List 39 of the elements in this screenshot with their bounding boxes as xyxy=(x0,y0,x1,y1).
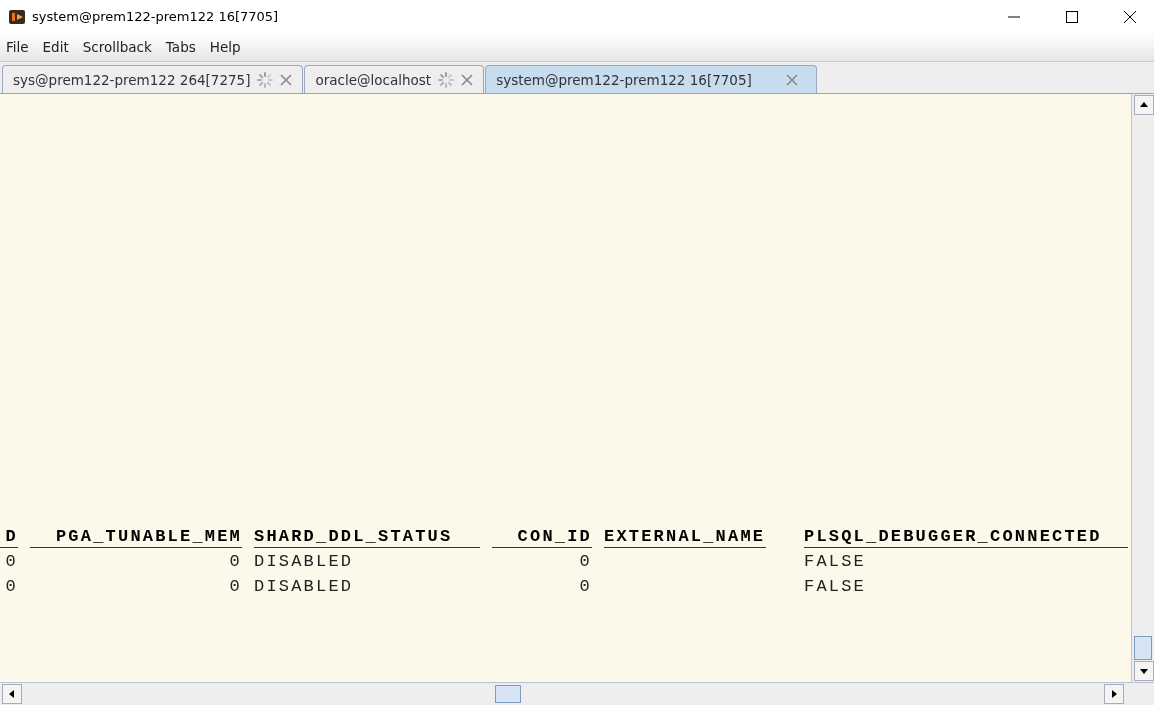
menu-item[interactable]: Help xyxy=(209,39,241,55)
table-cell: FALSE xyxy=(804,577,866,596)
close-icon[interactable] xyxy=(1124,10,1136,23)
table-cell: 0 xyxy=(579,552,592,571)
table-cell: FALSE xyxy=(804,552,866,571)
tab-label[interactable]: oracle@localhost xyxy=(315,71,432,88)
table-cell: 0 xyxy=(229,577,242,596)
horizontal-scrollbar[interactable] xyxy=(0,682,1154,705)
scroll-left-icon[interactable] xyxy=(2,684,22,704)
column-header: CON_ID xyxy=(517,527,592,546)
menu-item[interactable]: File xyxy=(6,39,29,55)
column-header: PGA_TUNABLE_MEM xyxy=(55,527,242,546)
vertical-scrollbar[interactable] xyxy=(1131,94,1154,682)
scroll-thumb[interactable] xyxy=(1134,636,1152,660)
terminal-tab[interactable]: sys@prem122-prem122 264[7275] xyxy=(2,65,304,93)
table-cell: DISABLED xyxy=(254,552,354,571)
menu-item[interactable]: Scrollback xyxy=(82,39,152,55)
terminal-tab[interactable]: oracle@localhost xyxy=(304,65,485,93)
table-cell: 0 xyxy=(229,552,242,571)
scroll-thumb[interactable] xyxy=(495,685,521,703)
scroll-up-icon[interactable] xyxy=(1134,95,1154,115)
app-icon xyxy=(8,7,26,26)
column-header: PLSQL_DEBUGGER_CONNECTED xyxy=(804,527,1102,546)
column-header: D xyxy=(5,527,18,546)
table-cell: 0 xyxy=(5,552,18,571)
column-header: SHARD_DDL_STATUS xyxy=(254,527,453,546)
table-cell: DISABLED xyxy=(254,577,354,596)
tab-label[interactable]: system@prem122-prem122 16[7705] xyxy=(496,71,752,88)
tab-label[interactable]: sys@prem122-prem122 264[7275] xyxy=(13,71,251,88)
menu-item[interactable]: Tabs xyxy=(165,39,196,55)
maximize-icon[interactable] xyxy=(1066,10,1078,23)
terminal-tab[interactable]: system@prem122-prem122 16[7705] xyxy=(485,65,817,93)
scroll-down-icon[interactable] xyxy=(1134,661,1154,681)
menu-item[interactable]: Edit xyxy=(42,39,69,55)
column-header: EXTERNAL_NAME xyxy=(604,527,766,546)
table-cell: 0 xyxy=(5,577,18,596)
table-cell: 0 xyxy=(579,577,592,596)
window-title: system@prem122-prem122 16[7705] xyxy=(32,9,279,24)
scroll-right-icon[interactable] xyxy=(1104,684,1124,704)
